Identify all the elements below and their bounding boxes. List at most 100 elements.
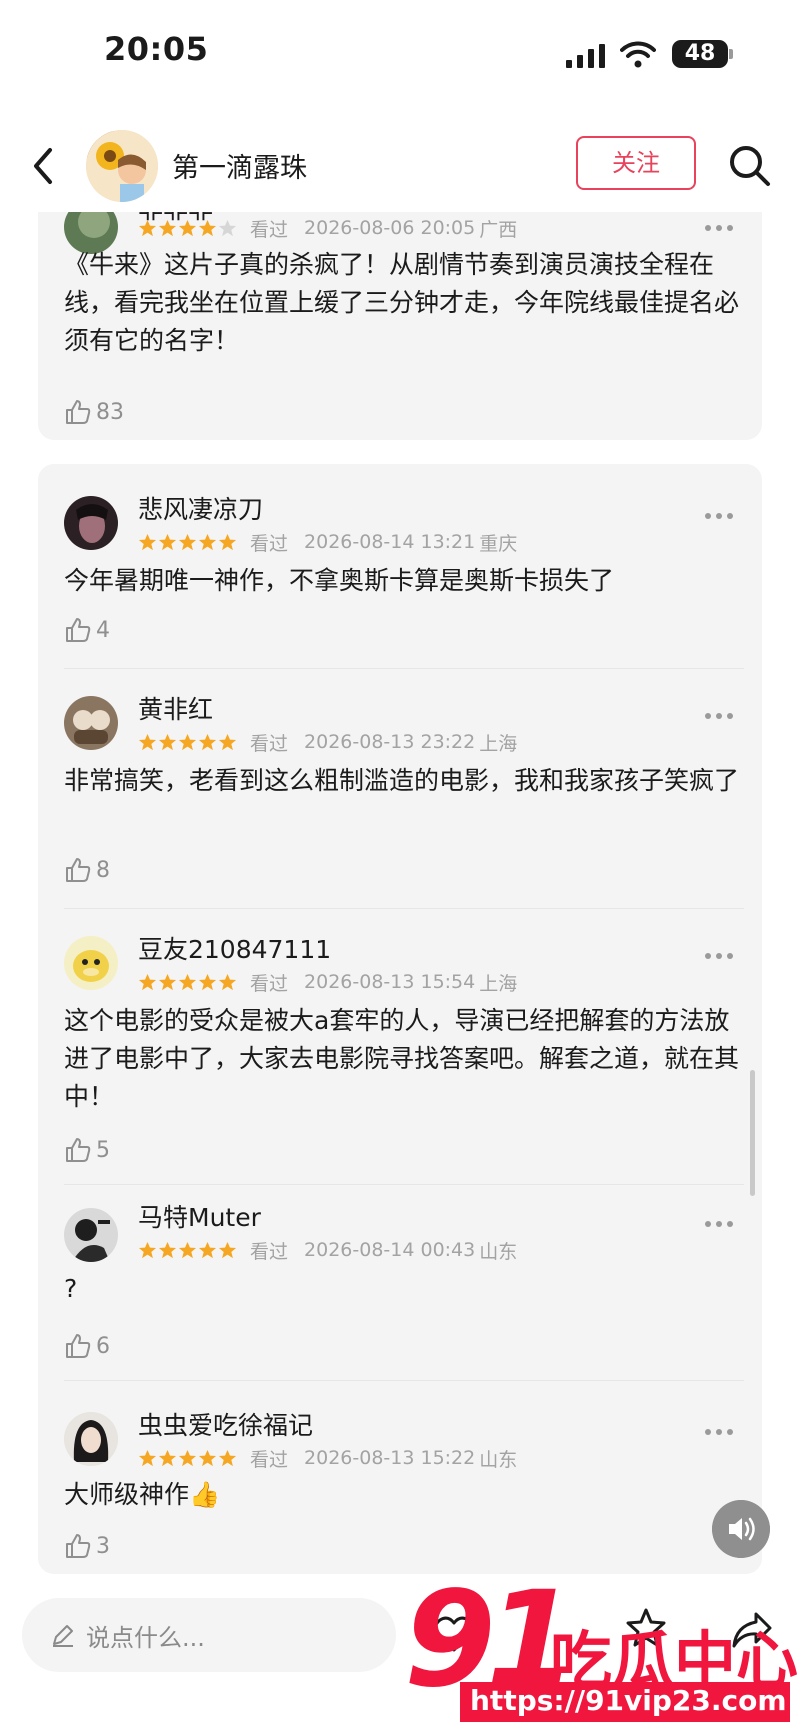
- avatar[interactable]: [64, 1412, 118, 1466]
- like-button[interactable]: 3: [64, 1530, 110, 1562]
- comment-username[interactable]: 悲风凄凉刀: [138, 490, 263, 526]
- comment-username[interactable]: 马特Muter: [138, 1198, 261, 1234]
- star-icon: [198, 219, 217, 236]
- seen-label: 看过: [250, 732, 289, 755]
- star-icon: [198, 973, 217, 990]
- comment-card: 悲风凄凉刀 看过 2026-08-14 13:21 重庆 今年暑期唯一神作，不拿…: [38, 464, 762, 1574]
- more-icon[interactable]: [704, 952, 734, 960]
- watermark: 91 吃瓜中心 https://91vip23.com: [400, 1570, 800, 1736]
- comment-meta: 看过 2026-08-14 00:43 山东: [138, 1238, 517, 1263]
- follow-button[interactable]: 关注: [576, 136, 696, 190]
- like-button[interactable]: 5: [64, 1134, 110, 1166]
- divider: [64, 668, 744, 669]
- divider: [64, 908, 744, 909]
- seen-label: 看过: [250, 1240, 289, 1263]
- status-time: 20:05: [104, 30, 209, 68]
- comment-time: 2026-08-13 23:22: [304, 731, 476, 753]
- comment-location: 上海: [479, 732, 518, 755]
- avatar[interactable]: [86, 130, 158, 202]
- rating-stars: [138, 1449, 238, 1468]
- thumb-icon: [66, 1534, 91, 1558]
- comment-meta: 看过 2026-08-14 13:21 重庆: [138, 530, 517, 555]
- comment-location: 上海: [479, 972, 518, 995]
- avatar[interactable]: [64, 496, 118, 550]
- more-icon[interactable]: [704, 1428, 734, 1436]
- star-icon: [158, 219, 177, 236]
- pencil-icon: [53, 1625, 73, 1647]
- thumb-icon: [66, 1138, 91, 1162]
- like-button[interactable]: 83: [64, 396, 124, 428]
- star-icon: [198, 1241, 217, 1258]
- like-count: 83: [96, 399, 124, 425]
- avatar[interactable]: [64, 1208, 118, 1262]
- comment-card: 非非非 看过 2026-08-06 20:05 广西 《牛来》这片子真的杀疯了！…: [38, 195, 762, 440]
- rating-stars: [138, 973, 238, 992]
- star-icon: [198, 533, 217, 550]
- star-icon: [218, 219, 237, 236]
- battery-indicator: 48: [672, 40, 733, 68]
- back-icon[interactable]: [28, 142, 60, 190]
- thumb-icon: [66, 400, 91, 424]
- like-button[interactable]: 8: [64, 854, 110, 886]
- star-icon: [218, 533, 237, 550]
- like-count: 8: [96, 857, 110, 883]
- comment-time: 2026-08-14 00:43: [304, 1239, 476, 1261]
- comment-time: 2026-08-06 20:05: [304, 217, 476, 239]
- seen-label: 看过: [250, 1448, 289, 1471]
- comment-text: 大师级神作👍: [64, 1480, 221, 1509]
- watermark-url: https://91vip23.com: [470, 1684, 787, 1717]
- star-icon: [198, 733, 217, 750]
- comment-meta: 看过 2026-08-13 23:22 上海: [138, 730, 518, 755]
- wifi-icon: [620, 41, 656, 68]
- like-count: 3: [96, 1533, 110, 1559]
- star-icon: [158, 733, 177, 750]
- comment-text: 今年暑期唯一神作，不拿奥斯卡算是奥斯卡损失了: [64, 566, 615, 595]
- more-icon[interactable]: [704, 512, 734, 520]
- like-count: 5: [96, 1137, 110, 1163]
- signal-icon: [566, 44, 605, 68]
- like-count: 6: [96, 1333, 110, 1359]
- comment-username[interactable]: 黄非红: [138, 690, 213, 726]
- star-icon: [138, 733, 157, 750]
- comment-username[interactable]: 豆友210847111: [138, 930, 331, 966]
- comment-time: 2026-08-14 13:21: [304, 531, 476, 553]
- star-icon: [178, 733, 197, 750]
- comment-text: 《牛来》这片子真的杀疯了！从剧情节奏到演员演技全程在线，看完我坐在位置上缓了三分…: [64, 250, 740, 355]
- star-icon: [198, 1449, 217, 1466]
- star-icon: [178, 1449, 197, 1466]
- more-icon[interactable]: [704, 1220, 734, 1228]
- like-button[interactable]: 4: [64, 614, 110, 646]
- star-icon: [138, 1449, 157, 1466]
- thumb-icon: [66, 858, 91, 882]
- seen-label: 看过: [250, 532, 289, 555]
- avatar[interactable]: [64, 696, 118, 750]
- comment-text: 这个电影的受众是被大a套牢的人，导演已经把解套的方法放进了电影中了，大家去电影院…: [64, 1006, 740, 1111]
- scrollbar[interactable]: [750, 1070, 755, 1196]
- avatar[interactable]: [64, 936, 118, 990]
- status-bar: 20:05 48: [0, 0, 800, 110]
- star-icon: [178, 219, 197, 236]
- search-icon[interactable]: [726, 142, 772, 188]
- rating-stars: [138, 733, 238, 752]
- star-icon: [218, 973, 237, 990]
- star-icon: [178, 973, 197, 990]
- comment-location: 山东: [479, 1448, 518, 1471]
- more-icon[interactable]: [704, 224, 734, 232]
- sound-icon[interactable]: [712, 1500, 770, 1558]
- thumb-icon: [66, 1334, 91, 1358]
- more-icon[interactable]: [704, 712, 734, 720]
- star-icon: [138, 219, 157, 236]
- comment-username[interactable]: 虫虫爱吃徐福记: [138, 1406, 313, 1442]
- star-icon: [158, 1241, 177, 1258]
- like-count: 4: [96, 617, 110, 643]
- divider: [64, 1184, 744, 1185]
- comment-input[interactable]: 说点什么...: [22, 1598, 396, 1672]
- comment-meta: 看过 2026-08-06 20:05 广西: [138, 216, 518, 241]
- like-button[interactable]: 6: [64, 1330, 110, 1362]
- seen-label: 看过: [250, 972, 289, 995]
- star-icon: [138, 973, 157, 990]
- star-icon: [138, 533, 157, 550]
- comment-text: 非常搞笑，老看到这么粗制滥造的电影，我和我家孩子笑疯了: [64, 766, 740, 795]
- star-icon: [158, 1449, 177, 1466]
- comment-location: 广西: [479, 218, 518, 241]
